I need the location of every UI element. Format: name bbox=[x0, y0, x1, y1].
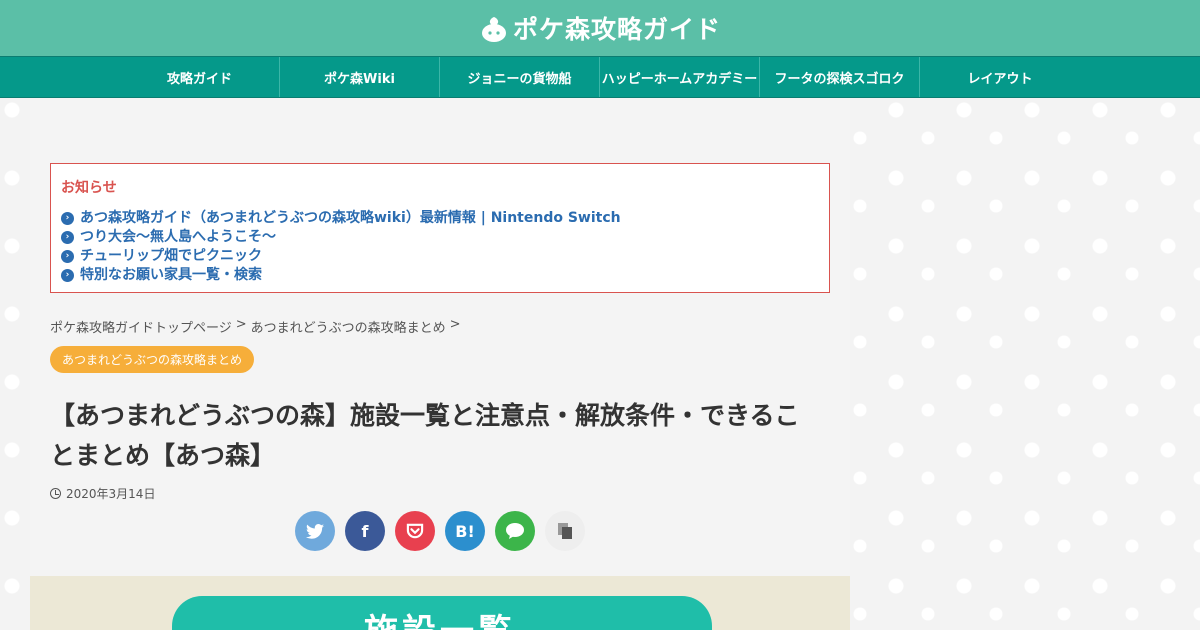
notice-link-label: チューリップ畑でピクニック bbox=[80, 248, 262, 264]
chevron-right-icon: › bbox=[61, 269, 74, 282]
notice-title: お知らせ bbox=[61, 180, 117, 196]
facebook-icon: f bbox=[361, 521, 369, 541]
post-date: 2020年3月14日 bbox=[50, 485, 155, 502]
share-twitter-button[interactable] bbox=[295, 511, 335, 551]
share-hatena-button[interactable]: B! bbox=[445, 511, 485, 551]
post-date-text: 2020年3月14日 bbox=[66, 487, 156, 501]
share-facebook-button[interactable]: f bbox=[345, 511, 385, 551]
main-content: お知らせ › あつ森攻略ガイド（あつまれどうぶつの森攻略wiki）最新情報 | … bbox=[30, 98, 850, 630]
share-buttons: f B! bbox=[295, 511, 585, 551]
site-header: ポケ森攻略ガイド bbox=[0, 0, 1200, 56]
eyecatch-image: 施設一覧 bbox=[30, 576, 850, 630]
breadcrumb-home[interactable]: ポケ森攻略ガイドトップページ bbox=[50, 317, 232, 336]
nav-item-johnny-cargo[interactable]: ジョニーの貨物船 bbox=[440, 57, 600, 97]
global-nav: 攻略ガイド ポケ森Wiki ジョニーの貨物船 ハッピーホームアカデミー フータの… bbox=[0, 56, 1200, 98]
chevron-right-icon: › bbox=[61, 212, 74, 225]
breadcrumb-separator: > bbox=[449, 317, 461, 332]
article-title: 【あつまれどうぶつの森】施設一覧と注意点・解放条件・できることまとめ【あつ森】 bbox=[50, 401, 800, 470]
eyecatch-title: 施設一覧 bbox=[30, 604, 850, 630]
speech-bubble-icon bbox=[506, 523, 524, 539]
breadcrumb-category[interactable]: あつまれどうぶつの森攻略まとめ bbox=[251, 317, 446, 336]
clock-icon bbox=[50, 488, 61, 499]
site-logo-text: ポケ森攻略ガイド bbox=[512, 15, 721, 44]
notice-link-label: つり大会〜無人島へようこそ〜 bbox=[80, 229, 276, 245]
notice-link[interactable]: › つり大会〜無人島へようこそ〜 bbox=[61, 228, 819, 247]
notice-box: お知らせ › あつ森攻略ガイド（あつまれどうぶつの森攻略wiki）最新情報 | … bbox=[50, 163, 830, 293]
notice-link[interactable]: › あつ森攻略ガイド（あつまれどうぶつの森攻略wiki）最新情報 | Ninte… bbox=[61, 209, 819, 228]
copy-link-button[interactable] bbox=[545, 511, 585, 551]
leaf-character-icon bbox=[481, 17, 506, 42]
hatena-icon: B! bbox=[455, 521, 475, 541]
breadcrumb: ポケ森攻略ガイドトップページ > あつまれどうぶつの森攻略まとめ > bbox=[50, 317, 461, 336]
site-logo[interactable]: ポケ森攻略ガイド bbox=[479, 10, 721, 46]
category-badge[interactable]: あつまれどうぶつの森攻略まとめ bbox=[50, 346, 255, 373]
nav-item-guide[interactable]: 攻略ガイド bbox=[120, 57, 280, 97]
notice-link[interactable]: › 特別なお願い家具一覧・検索 bbox=[61, 266, 819, 285]
nav-item-layout[interactable]: レイアウト bbox=[920, 57, 1080, 97]
pocket-icon bbox=[406, 523, 424, 539]
share-pocket-button[interactable] bbox=[395, 511, 435, 551]
nav-item-futa-sugoroku[interactable]: フータの探検スゴロク bbox=[760, 57, 920, 97]
notice-link[interactable]: › チューリップ畑でピクニック bbox=[61, 247, 819, 266]
nav-item-wiki[interactable]: ポケ森Wiki bbox=[280, 57, 440, 97]
chevron-right-icon: › bbox=[61, 231, 74, 244]
chevron-right-icon: › bbox=[61, 250, 74, 263]
twitter-icon bbox=[306, 523, 324, 539]
share-line-button[interactable] bbox=[495, 511, 535, 551]
breadcrumb-separator: > bbox=[235, 317, 247, 332]
notice-link-label: 特別なお願い家具一覧・検索 bbox=[80, 267, 262, 283]
nav-item-happy-home-academy[interactable]: ハッピーホームアカデミー bbox=[600, 57, 760, 97]
copy-icon bbox=[558, 523, 572, 539]
notice-link-label: あつ森攻略ガイド（あつまれどうぶつの森攻略wiki）最新情報 | Nintend… bbox=[80, 210, 621, 226]
